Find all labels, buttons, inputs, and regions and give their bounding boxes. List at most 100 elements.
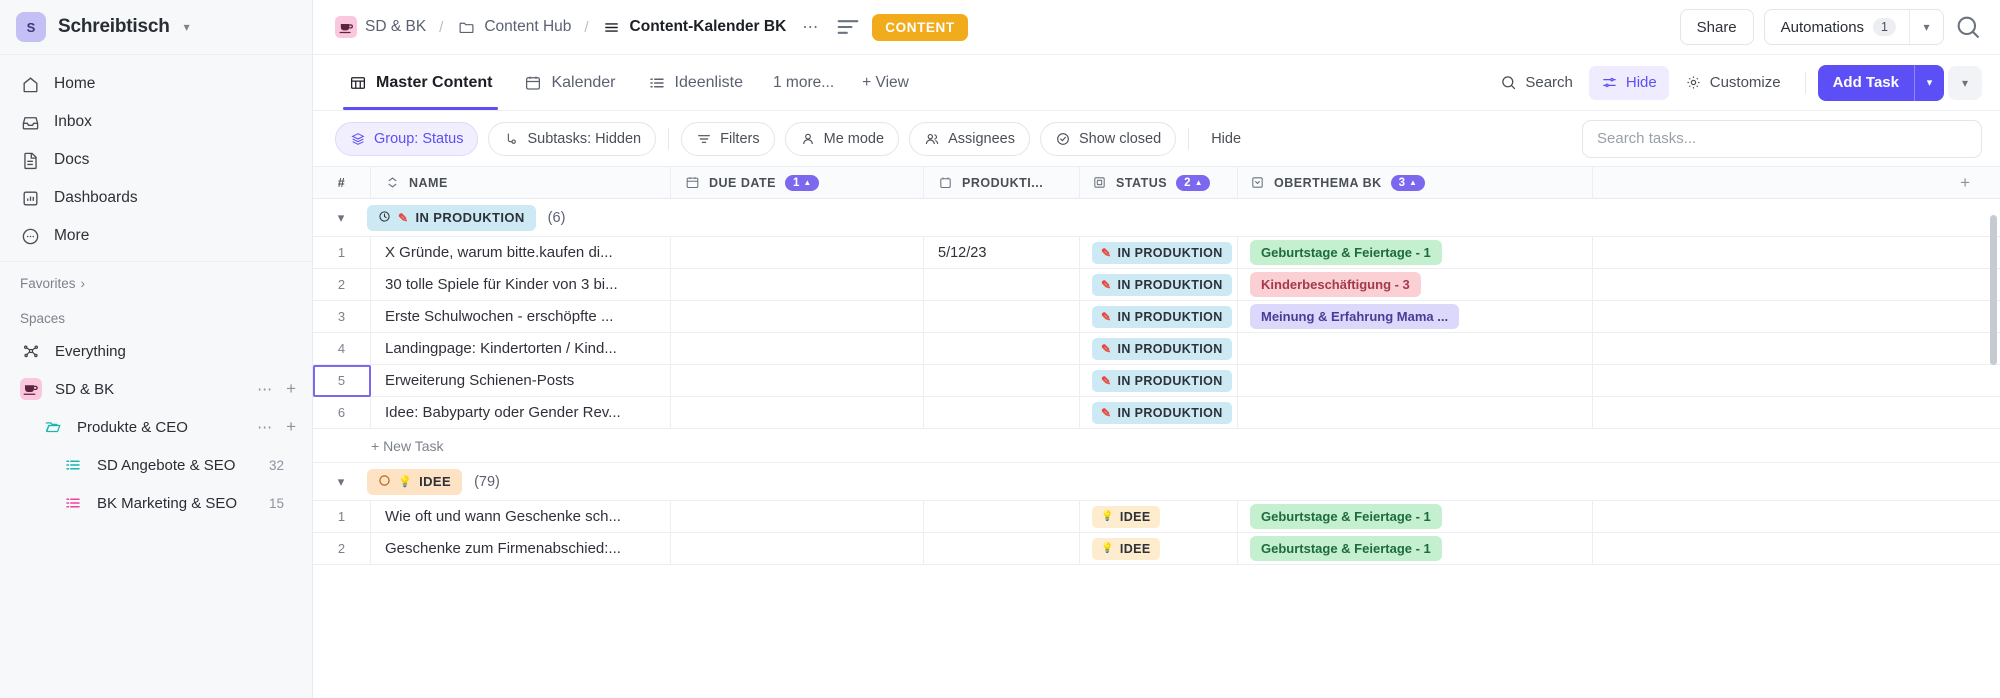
row-name-cell[interactable]: 30 tolle Spiele für Kinder von 3 bi... [371, 268, 671, 301]
row-oberthema-cell[interactable]: Kinderbeschäftigung - 3 [1238, 268, 1593, 301]
row-status-cell[interactable]: ✎ IN PRODUKTION [1080, 332, 1238, 365]
status-badge[interactable]: 💡 IDEE [1092, 505, 1160, 528]
chevron-down-icon[interactable]: ▾ [327, 474, 355, 490]
row-oberthema-cell[interactable]: Geburtstage & Feiertage - 1 [1238, 500, 1593, 533]
row-due-cell[interactable] [671, 332, 924, 365]
sort-badge-due-date[interactable]: 1 ▲ [784, 174, 820, 191]
column-header-name[interactable]: NAME [371, 167, 671, 199]
chevron-down-icon[interactable]: ▾ [1909, 10, 1943, 44]
chip-assignees[interactable]: Assignees [909, 121, 1030, 156]
row-name-cell[interactable]: Geschenke zum Firmenabschied:... [371, 532, 671, 565]
row-produktion-cell[interactable] [924, 500, 1080, 533]
chevron-down-icon[interactable]: ▾ [1914, 64, 1944, 101]
search-button[interactable]: Search [1488, 66, 1585, 100]
chevron-down-icon[interactable]: ▾ [327, 210, 355, 226]
oberthema-tag[interactable]: Geburtstage & Feiertage - 1 [1250, 504, 1442, 529]
row-status-cell[interactable]: ✎ IN PRODUKTION [1080, 300, 1238, 333]
search-tasks-box[interactable] [1582, 119, 1982, 158]
ellipsis-icon[interactable]: ⋯ [796, 13, 824, 41]
row-oberthema-cell[interactable] [1238, 364, 1593, 397]
status-badge[interactable]: ✎ IN PRODUKTION [1092, 369, 1232, 392]
column-header-produktion[interactable]: PRODUKTI... [924, 167, 1080, 199]
breadcrumb-folder[interactable]: Content Hub [456, 17, 571, 37]
sidebar-item-sd-bk[interactable]: SD & BK ⋯ + [0, 370, 312, 408]
row-status-cell[interactable]: 💡 IDEE [1080, 500, 1238, 533]
row-name-cell[interactable]: Erweiterung Schienen-Posts [371, 364, 671, 397]
oberthema-tag[interactable]: Geburtstage & Feiertage - 1 [1250, 536, 1442, 561]
status-badge[interactable]: CONTENT [872, 13, 968, 41]
group-header-idee[interactable]: ▾ 💡 IDEE (79) [313, 463, 2000, 501]
add-view-button[interactable]: + View [850, 74, 921, 92]
table-row[interactable]: 6 Idee: Babyparty oder Gender Rev... ✎ IN… [313, 396, 2000, 429]
row-name-cell[interactable]: Wie oft und wann Geschenke sch... [371, 500, 671, 533]
new-task-button[interactable]: + New Task [313, 429, 2000, 463]
automations-main[interactable]: Automations 1 [1765, 10, 1909, 44]
customize-button[interactable]: Customize [1673, 66, 1793, 100]
row-produktion-cell[interactable] [924, 332, 1080, 365]
sidebar-item-bk-marketing-seo[interactable]: BK Marketing & SEO 15 [0, 484, 312, 522]
status-badge[interactable]: ✎ IN PRODUKTION [1092, 305, 1232, 328]
row-name-cell[interactable]: Idee: Babyparty oder Gender Rev... [371, 396, 671, 429]
row-produktion-cell[interactable] [924, 364, 1080, 397]
vertical-scrollbar[interactable] [1990, 215, 1997, 365]
row-number[interactable]: 5 [313, 364, 371, 397]
favorites-section[interactable]: Favorites › [0, 262, 312, 297]
plus-icon[interactable]: + [286, 417, 296, 437]
chip-group-status[interactable]: Group: Status [335, 121, 479, 156]
row-oberthema-cell[interactable] [1238, 332, 1593, 365]
tab-kalender[interactable]: Kalender [510, 55, 629, 110]
row-status-cell[interactable]: ✎ IN PRODUKTION [1080, 268, 1238, 301]
oberthema-tag[interactable]: Meinung & Erfahrung Mama ... [1250, 304, 1460, 329]
chevron-down-icon[interactable]: ▾ [184, 20, 190, 34]
chip-me-mode[interactable]: Me mode [784, 121, 900, 156]
table-row[interactable]: 2 Geschenke zum Firmenabschied:... 💡 IDEE… [313, 532, 2000, 565]
row-oberthema-cell[interactable]: Meinung & Erfahrung Mama ... [1238, 300, 1593, 333]
status-badge[interactable]: ✎ IN PRODUKTION [1092, 241, 1232, 264]
tab-master-content[interactable]: Master Content [335, 55, 506, 110]
hide-filters-button[interactable]: Hide [1201, 131, 1251, 147]
sidebar-item-docs[interactable]: Docs [0, 141, 312, 179]
table-row[interactable]: 3 Erste Schulwochen - erschöpfte ... ✎ IN… [313, 300, 2000, 333]
row-status-cell[interactable]: ✎ IN PRODUKTION [1080, 364, 1238, 397]
sidebar-item-dashboards[interactable]: Dashboards [0, 179, 312, 217]
ellipsis-icon[interactable]: ⋯ [257, 380, 272, 398]
sidebar-item-more[interactable]: More [0, 217, 312, 255]
sidebar-item-everything[interactable]: Everything [0, 332, 312, 370]
table-row[interactable]: 5 Erweiterung Schienen-Posts ✎ IN PRODUKT… [313, 364, 2000, 397]
more-views-button[interactable]: 1 more... [761, 74, 846, 92]
row-due-cell[interactable] [671, 268, 924, 301]
hide-button[interactable]: Hide [1588, 65, 1669, 100]
status-badge[interactable]: 💡 IDEE [1092, 537, 1160, 560]
row-status-cell[interactable]: ✎ IN PRODUKTION [1080, 396, 1238, 429]
search-input[interactable] [1597, 130, 1967, 147]
chip-subtasks[interactable]: Subtasks: Hidden [488, 121, 657, 156]
column-header-due-date[interactable]: DUE DATE 1 ▲ [671, 167, 924, 199]
row-status-cell[interactable]: ✎ IN PRODUKTION [1080, 236, 1238, 269]
group-status-tag[interactable]: ✎ IN PRODUKTION [367, 204, 536, 231]
row-oberthema-cell[interactable]: Geburtstage & Feiertage - 1 [1238, 236, 1593, 269]
search-icon[interactable] [1954, 13, 1982, 41]
column-header-oberthema[interactable]: OBERTHEMA BK 3 ▲ [1238, 167, 1593, 199]
row-due-cell[interactable] [671, 500, 924, 533]
sidebar-item-produkte-ceo[interactable]: Produkte & CEO ⋯ + [0, 408, 312, 446]
ellipsis-icon[interactable]: ⋯ [257, 418, 272, 436]
breadcrumb-space[interactable]: SD & BK [335, 16, 426, 38]
column-header-number[interactable]: # [313, 167, 371, 199]
chip-filters[interactable]: Filters [681, 121, 775, 156]
plus-icon[interactable]: + [286, 379, 296, 399]
row-due-cell[interactable] [671, 300, 924, 333]
row-produktion-cell[interactable] [924, 268, 1080, 301]
sidebar-item-home[interactable]: Home [0, 65, 312, 103]
row-status-cell[interactable]: 💡 IDEE [1080, 532, 1238, 565]
share-button[interactable]: Share [1679, 9, 1754, 45]
table-row[interactable]: 1 Wie oft und wann Geschenke sch... 💡 IDE… [313, 500, 2000, 533]
view-options-button[interactable]: ▾ [1948, 65, 1982, 100]
row-due-cell[interactable] [671, 532, 924, 565]
row-name-cell[interactable]: Landingpage: Kindertorten / Kind... [371, 332, 671, 365]
group-header-in-produktion[interactable]: ▾ ✎ IN PRODUKTION (6) [313, 199, 2000, 237]
table-row[interactable]: 2 30 tolle Spiele für Kinder von 3 bi...… [313, 268, 2000, 301]
row-produktion-cell[interactable]: 5/12/23 [924, 236, 1080, 269]
table-row[interactable]: 4 Landingpage: Kindertorten / Kind... ✎ I… [313, 332, 2000, 365]
status-badge[interactable]: ✎ IN PRODUKTION [1092, 337, 1232, 360]
sort-badge-oberthema[interactable]: 3 ▲ [1390, 174, 1425, 191]
